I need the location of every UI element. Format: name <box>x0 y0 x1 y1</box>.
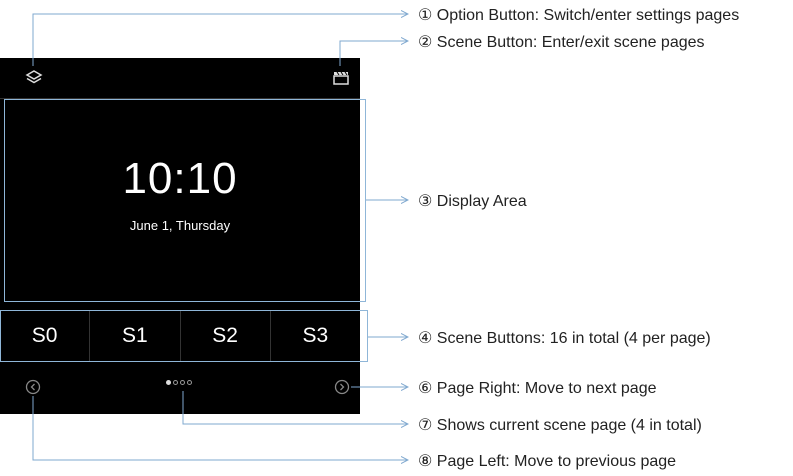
leader-line-8 <box>32 396 408 460</box>
callout-page-indicator: ⑦ Shows current scene page (4 in total) <box>418 417 702 434</box>
leader-line-1 <box>32 14 408 66</box>
callout-option-button: ① Option Button: Switch/enter settings p… <box>418 7 740 24</box>
callout-display-area: ③ Display Area <box>418 193 527 210</box>
callout-leader-lines <box>32 0 793 476</box>
callout-scene-button: ② Scene Button: Enter/exit scene pages <box>418 34 705 51</box>
callout-scene-buttons: ④ Scene Buttons: 16 in total (4 per page… <box>418 330 711 347</box>
callout-page-left: ⑧ Page Left: Move to previous page <box>418 453 677 470</box>
leader-line-7 <box>182 391 408 424</box>
callout-page-right: ⑥ Page Right: Move to next page <box>418 380 657 397</box>
leader-line-2 <box>339 41 408 66</box>
